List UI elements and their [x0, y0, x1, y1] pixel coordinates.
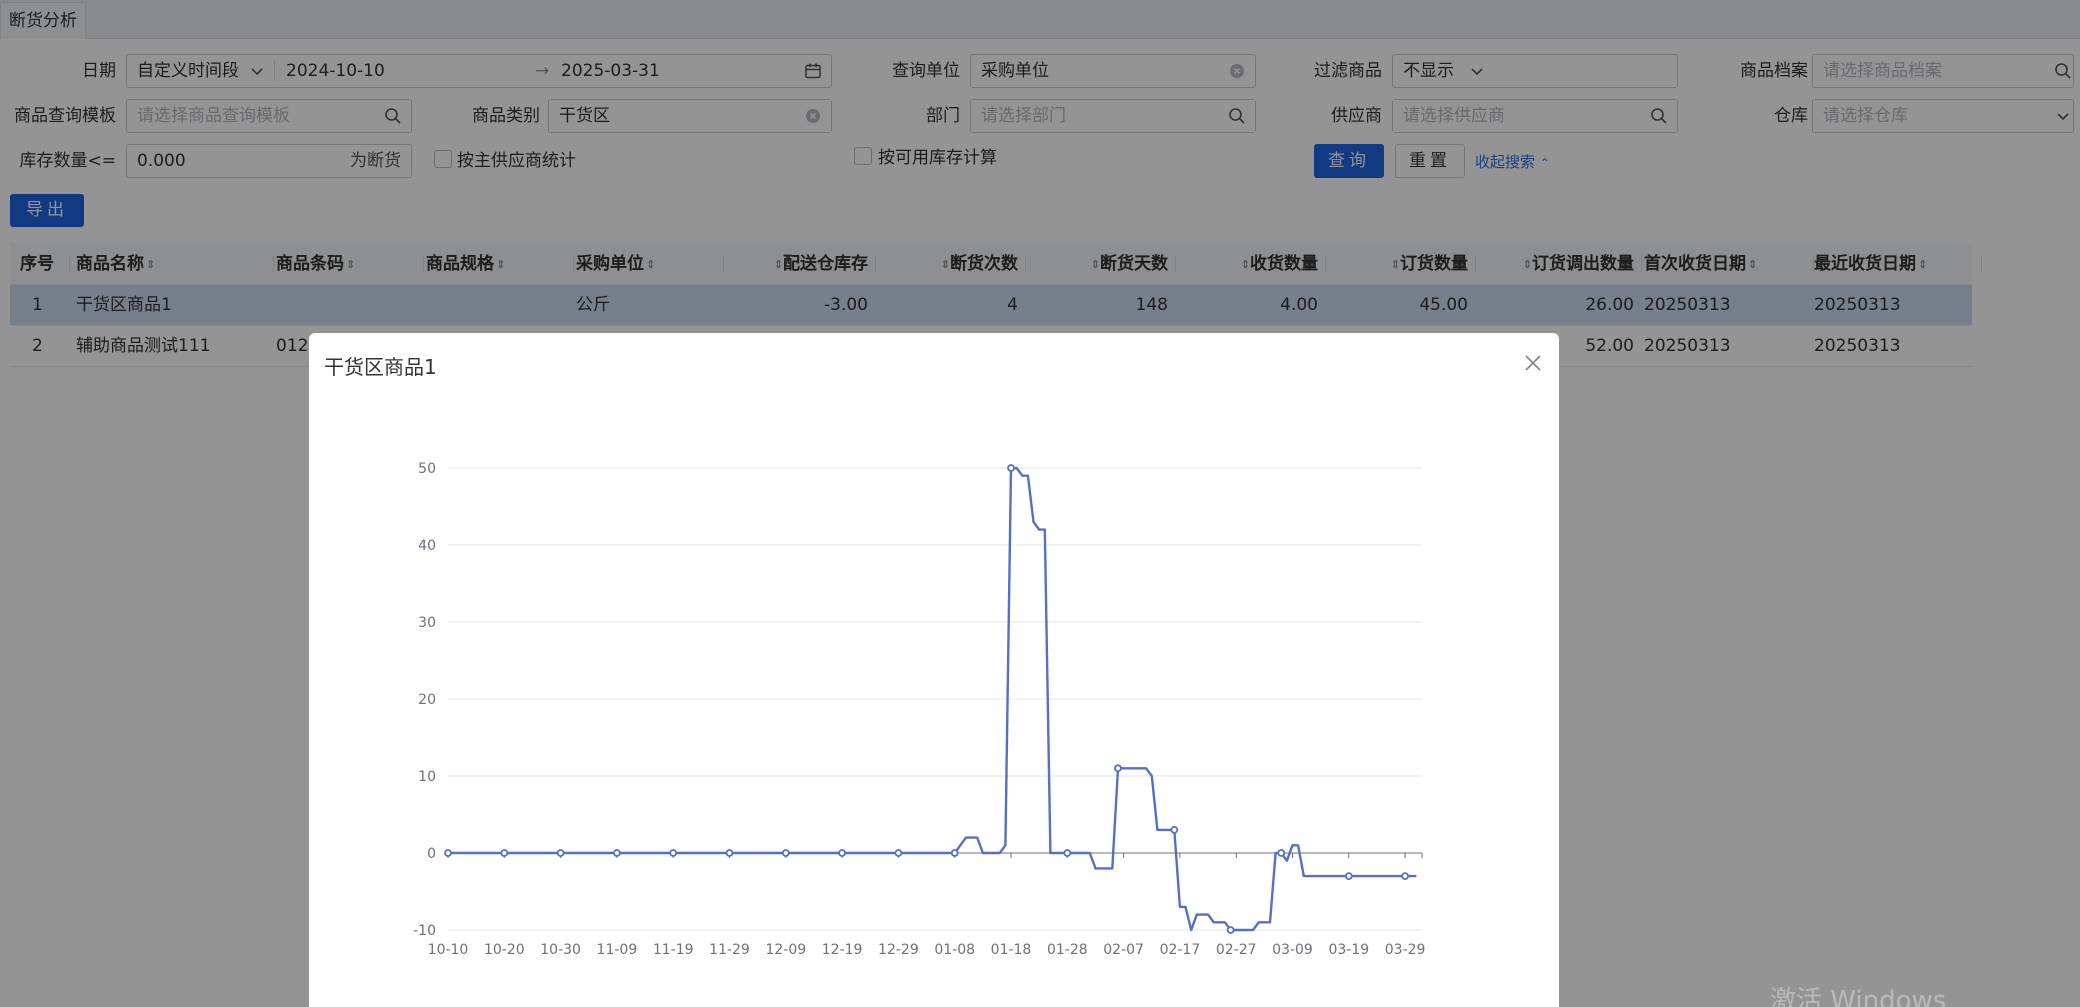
- x-tick-label: 01-08: [934, 942, 975, 958]
- x-tick-label: 03-19: [1328, 942, 1369, 958]
- windows-watermark: 激活 Windows: [1770, 986, 1947, 1007]
- y-tick-label: 50: [418, 461, 436, 477]
- data-point: [1344, 872, 1353, 880]
- data-point: [1401, 872, 1410, 880]
- x-tick-label: 10-20: [484, 942, 525, 958]
- x-tick-label: 11-09: [597, 942, 638, 958]
- data-point: [556, 849, 565, 857]
- x-tick-label: 02-07: [1103, 942, 1144, 958]
- x-tick-label: 11-29: [709, 942, 750, 958]
- data-point: [894, 849, 903, 857]
- data-point: [838, 849, 847, 857]
- y-tick-label: 10: [418, 769, 436, 785]
- y-tick-label: -10: [413, 923, 436, 939]
- data-point: [1277, 849, 1286, 857]
- data-point: [781, 849, 790, 857]
- x-tick-label: 03-29: [1385, 942, 1426, 958]
- data-point: [500, 849, 509, 857]
- x-tick-label: 03-09: [1272, 942, 1313, 958]
- data-point: [1114, 764, 1122, 773]
- x-tick-label: 11-19: [653, 942, 694, 958]
- x-tick-label: 01-28: [1047, 942, 1088, 958]
- y-tick-label: 20: [418, 692, 436, 708]
- x-tick-label: 01-18: [991, 942, 1032, 958]
- x-tick-label: 12-29: [878, 942, 919, 958]
- data-point: [613, 849, 621, 857]
- data-point: [1007, 464, 1015, 472]
- x-tick-label: 10-30: [540, 942, 581, 958]
- x-tick-label: 12-09: [765, 942, 806, 958]
- data-point: [1226, 926, 1235, 934]
- y-tick-label: 30: [418, 615, 436, 631]
- y-tick-label: 0: [427, 846, 436, 862]
- data-point: [725, 849, 734, 857]
- x-tick-label: 02-27: [1216, 942, 1257, 958]
- data-point: [444, 849, 452, 857]
- x-tick-label: 12-19: [822, 942, 863, 958]
- x-tick-label: 02-17: [1160, 942, 1201, 958]
- trend-chart-modal: 干货区商品1 -10 0 10 20 30 40 50 10-10 10-20 10-30 11-0…: [309, 333, 1559, 1007]
- x-tick-label: 10-10: [428, 942, 469, 958]
- data-point: [669, 849, 678, 857]
- data-point: [950, 849, 959, 857]
- stock-trend-chart: -10 0 10 20 30 40 50 10-10 10-20 10-30 11-09 11-19 1…: [413, 461, 1426, 958]
- y-tick-label: 40: [418, 538, 436, 554]
- data-point: [1063, 849, 1072, 857]
- data-point: [1170, 825, 1179, 834]
